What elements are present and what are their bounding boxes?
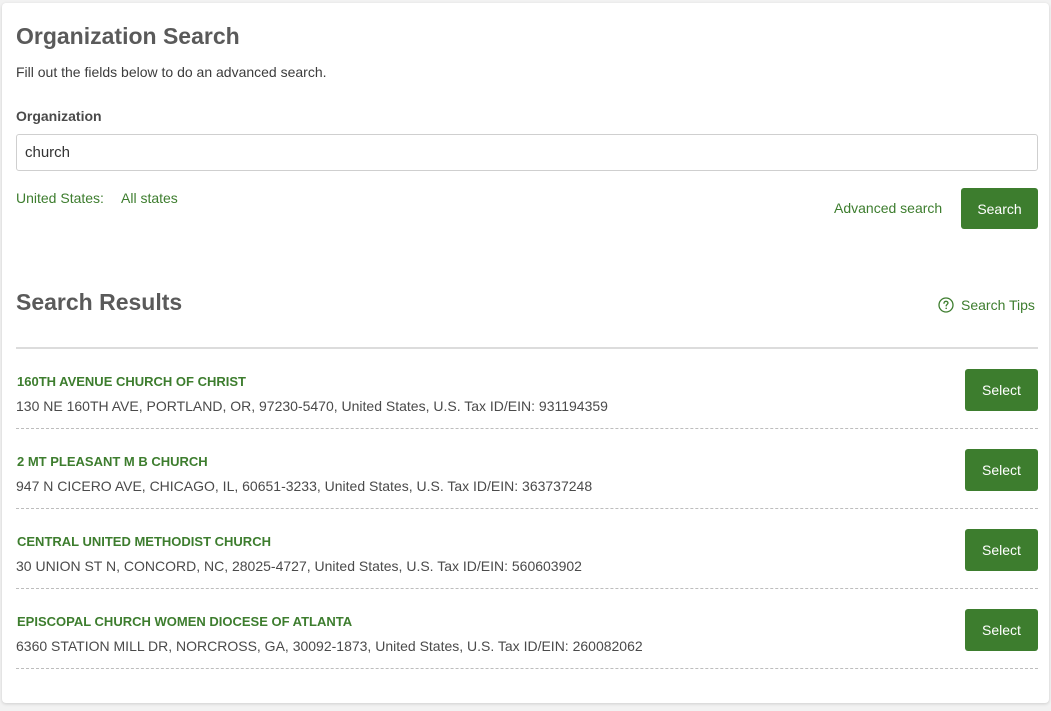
states-link[interactable]: All states — [121, 190, 178, 206]
page-title: Organization Search — [16, 23, 240, 49]
result-name-link[interactable]: CENTRAL UNITED METHODIST CHURCH — [17, 534, 271, 549]
result-details: 130 NE 160TH AVE, PORTLAND, OR, 97230-54… — [16, 398, 608, 414]
result-row: 2 MT PLEASANT M B CHURCH 947 N CICERO AV… — [16, 429, 1038, 509]
result-details: 6360 STATION MILL DR, NORCROSS, GA, 3009… — [16, 638, 643, 654]
select-button[interactable]: Select — [965, 369, 1038, 411]
result-name-link[interactable]: 2 MT PLEASANT M B CHURCH — [17, 454, 208, 469]
result-details: 30 UNION ST N, CONCORD, NC, 28025-4727, … — [16, 558, 582, 574]
results-list: 160TH AVENUE CHURCH OF CHRIST 130 NE 160… — [16, 349, 1038, 669]
organization-search-card: Organization Search Fill out the fields … — [2, 3, 1049, 703]
result-name-link[interactable]: EPISCOPAL CHURCH WOMEN DIOCESE OF ATLANT… — [17, 614, 352, 629]
result-details: 947 N CICERO AVE, CHICAGO, IL, 60651-323… — [16, 478, 593, 494]
advanced-search-link[interactable]: Advanced search — [834, 200, 942, 216]
search-results-title: Search Results — [16, 289, 183, 315]
select-button[interactable]: Select — [965, 449, 1038, 491]
result-row: 160TH AVENUE CHURCH OF CHRIST 130 NE 160… — [16, 349, 1038, 429]
select-button[interactable]: Select — [965, 609, 1038, 651]
search-tips-link[interactable]: Search Tips — [938, 297, 1035, 313]
search-tips-label: Search Tips — [961, 297, 1035, 313]
result-row: CENTRAL UNITED METHODIST CHURCH 30 UNION… — [16, 509, 1038, 589]
page-subtitle: Fill out the fields below to do an advan… — [16, 64, 327, 80]
result-row: EPISCOPAL CHURCH WOMEN DIOCESE OF ATLANT… — [16, 589, 1038, 669]
organization-input[interactable] — [16, 134, 1038, 171]
question-circle-icon — [938, 297, 954, 313]
country-link[interactable]: United States: — [16, 190, 104, 206]
search-button[interactable]: Search — [961, 188, 1038, 229]
result-name-link[interactable]: 160TH AVENUE CHURCH OF CHRIST — [17, 374, 246, 389]
organization-label: Organization — [16, 108, 102, 124]
select-button[interactable]: Select — [965, 529, 1038, 571]
